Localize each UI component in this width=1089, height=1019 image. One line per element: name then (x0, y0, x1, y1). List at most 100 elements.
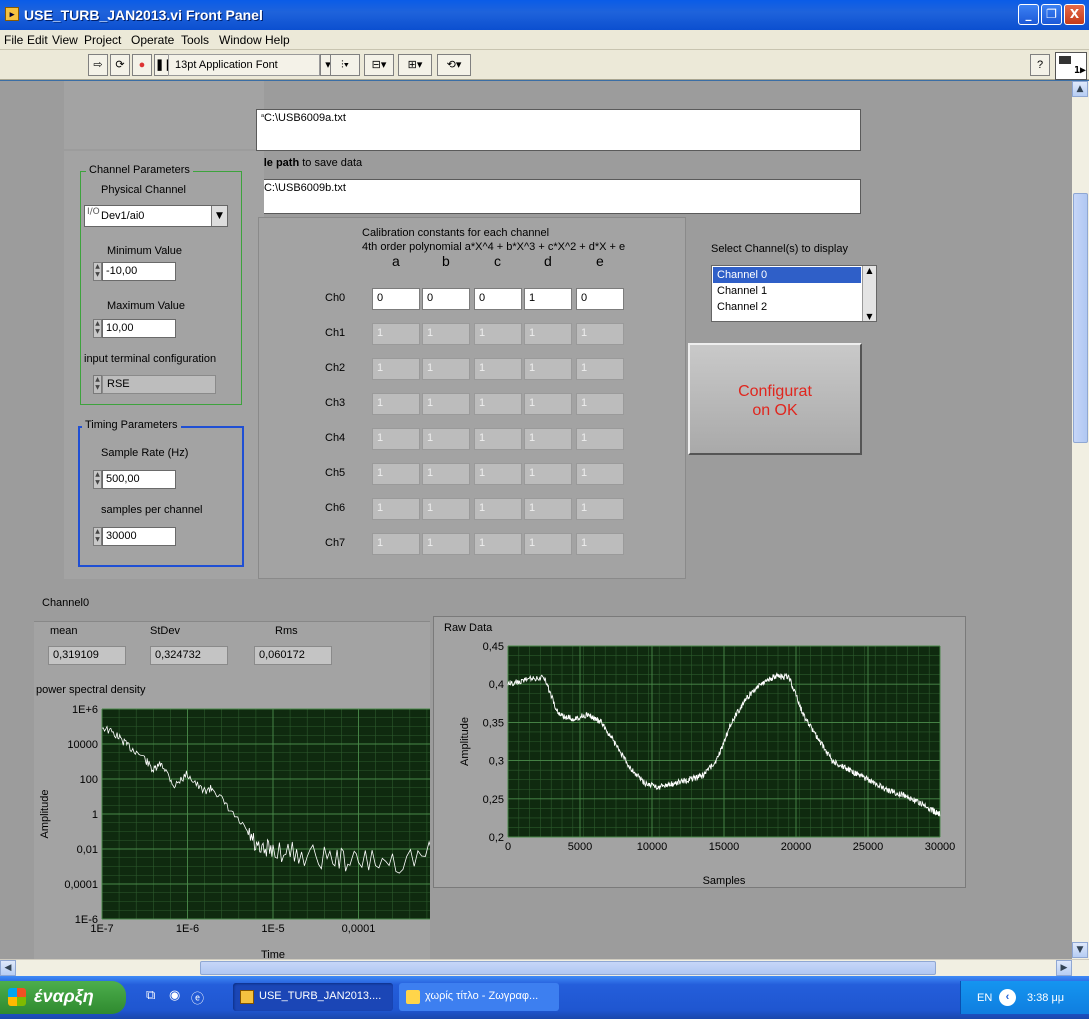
calibration-cell-ch2-b[interactable]: 1 (422, 358, 470, 380)
calibration-cell-ch1-e[interactable]: 1 (576, 323, 624, 345)
scroll-right-icon[interactable]: ▶ (1056, 960, 1072, 976)
samples-per-channel-input[interactable]: 30000 (102, 527, 176, 546)
quick-launch-browser-icon[interactable]: ⓔ (191, 988, 204, 1007)
horizontal-scrollbar[interactable]: ◀ ▶ (0, 959, 1089, 976)
chevron-down-icon[interactable]: ▼ (211, 206, 227, 226)
calibration-cell-ch2-d[interactable]: 1 (524, 358, 572, 380)
calibration-cell-ch6-b[interactable]: 1 (422, 498, 470, 520)
list-item-channel-0[interactable]: Channel 0 (713, 267, 861, 283)
calibration-cell-ch2-e[interactable]: 1 (576, 358, 624, 380)
configuration-ok-button[interactable]: Configurat on OK (688, 343, 862, 455)
calibration-cell-ch3-d[interactable]: 1 (524, 393, 572, 415)
menu-operate[interactable]: Operate (131, 33, 174, 47)
maximize-button[interactable]: ❐ (1041, 4, 1062, 25)
list-item-channel-1[interactable]: Channel 1 (713, 284, 861, 300)
calibration-cell-ch2-a[interactable]: 1 (372, 358, 420, 380)
calibration-cell-ch5-a[interactable]: 1 (372, 463, 420, 485)
language-indicator[interactable]: EN (977, 992, 992, 1004)
list-item-channel-2[interactable]: Channel 2 (713, 300, 861, 316)
calibration-cell-ch4-d[interactable]: 1 (524, 428, 572, 450)
calibration-cell-ch5-d[interactable]: 1 (524, 463, 572, 485)
scroll-left-icon[interactable]: ◀ (0, 960, 16, 976)
run-arrow-icon[interactable]: ⇨ (88, 54, 108, 76)
calibration-cell-ch6-e[interactable]: 1 (576, 498, 624, 520)
calibration-cell-ch4-e[interactable]: 1 (576, 428, 624, 450)
terminal-config-spinner-icon[interactable]: ▲ ▼ (93, 375, 102, 394)
calibration-cell-ch3-c[interactable]: 1 (474, 393, 522, 415)
calibration-cell-ch7-e[interactable]: 1 (576, 533, 624, 555)
calibration-cell-ch5-e[interactable]: 1 (576, 463, 624, 485)
distribute-objects-icon[interactable]: ⊟▾ (364, 54, 394, 76)
calibration-cell-ch3-b[interactable]: 1 (422, 393, 470, 415)
calibration-cell-ch0-e[interactable]: 0 (576, 288, 624, 310)
calibration-cell-ch3-e[interactable]: 1 (576, 393, 624, 415)
calibration-cell-ch7-a[interactable]: 1 (372, 533, 420, 555)
scroll-down-icon[interactable]: ▼ (863, 312, 876, 321)
taskbar-item-paint[interactable]: χωρίς τίτλο - Ζωγραφ... (399, 983, 559, 1011)
menu-edit[interactable]: Edit (27, 33, 48, 47)
sample-rate-input[interactable]: 500,00 (102, 470, 176, 489)
vertical-scrollbar[interactable]: ▲ ▼ (1072, 81, 1089, 959)
sample-rate-spinner-icon[interactable]: ▲ ▼ (93, 470, 102, 489)
vi-connector-icon[interactable]: 1▶ (1055, 52, 1087, 80)
calibration-cell-ch7-b[interactable]: 1 (422, 533, 470, 555)
font-select[interactable]: 13pt Application Font (168, 54, 320, 76)
calibration-cell-ch1-c[interactable]: 1 (474, 323, 522, 345)
minimum-value-spinner-icon[interactable]: ▲ ▼ (93, 262, 102, 281)
listbox-scrollbar[interactable]: ▲ ▼ (862, 266, 876, 321)
menu-file[interactable]: File (4, 33, 23, 47)
close-button[interactable]: X (1064, 4, 1085, 25)
minimize-button[interactable]: _ (1018, 4, 1039, 25)
physical-channel-select[interactable]: I/O Dev1/ai0 ▼ (84, 205, 228, 227)
calibration-cell-ch1-a[interactable]: 1 (372, 323, 420, 345)
save-path-field[interactable]: ᵃC:\USB6009b.txt (256, 179, 861, 214)
resize-objects-icon[interactable]: ⊞▾ (398, 54, 432, 76)
calibration-cell-ch6-d[interactable]: 1 (524, 498, 572, 520)
calibration-cell-ch1-b[interactable]: 1 (422, 323, 470, 345)
horizontal-scroll-thumb[interactable] (200, 961, 936, 975)
menu-view[interactable]: View (52, 33, 78, 47)
calibration-cell-ch7-d[interactable]: 1 (524, 533, 572, 555)
minimum-value-input[interactable]: -10,00 (102, 262, 176, 281)
samples-per-channel-spinner-icon[interactable]: ▲ ▼ (93, 527, 102, 546)
calibration-cell-ch6-c[interactable]: 1 (474, 498, 522, 520)
reorder-icon[interactable]: ⟲▾ (437, 54, 471, 76)
menu-help[interactable]: Help (265, 33, 290, 47)
chevron-left-icon[interactable]: ‹ (999, 989, 1016, 1006)
read-path-field[interactable]: ᵃC:\USB6009a.txt (256, 109, 861, 151)
calibration-cell-ch4-b[interactable]: 1 (422, 428, 470, 450)
calibration-cell-ch1-d[interactable]: 1 (524, 323, 572, 345)
align-objects-icon[interactable]: ⫶▾ (330, 54, 360, 76)
help-icon[interactable]: ? (1030, 54, 1050, 76)
menu-project[interactable]: Project (84, 33, 121, 47)
abort-icon[interactable]: ● (132, 54, 152, 76)
start-button[interactable]: έναρξη (0, 981, 126, 1014)
vertical-scroll-thumb[interactable] (1073, 193, 1088, 443)
calibration-cell-ch7-c[interactable]: 1 (474, 533, 522, 555)
calibration-cell-ch0-a[interactable]: 0 (372, 288, 420, 310)
taskbar-item-labview[interactable]: USE_TURB_JAN2013.... (233, 983, 393, 1011)
calibration-cell-ch0-c[interactable]: 0 (474, 288, 522, 310)
calibration-cell-ch3-a[interactable]: 1 (372, 393, 420, 415)
channel-select-listbox[interactable]: Channel 0 Channel 1 Channel 2 ▲ ▼ (711, 265, 877, 322)
scroll-down-icon[interactable]: ▼ (1072, 942, 1088, 958)
maximum-value-spinner-icon[interactable]: ▲ ▼ (93, 319, 102, 338)
scroll-up-icon[interactable]: ▲ (863, 266, 876, 275)
calibration-cell-ch5-b[interactable]: 1 (422, 463, 470, 485)
quick-launch-show-desktop-icon[interactable]: ⧉ (146, 988, 155, 1003)
calibration-cell-ch5-c[interactable]: 1 (474, 463, 522, 485)
calibration-cell-ch6-a[interactable]: 1 (372, 498, 420, 520)
mean-label: mean (50, 625, 78, 637)
calibration-cell-ch0-d[interactable]: 1 (524, 288, 572, 310)
terminal-config-select[interactable]: RSE (102, 375, 216, 394)
run-continuously-icon[interactable]: ⟳ (110, 54, 130, 76)
scroll-up-icon[interactable]: ▲ (1072, 81, 1088, 97)
calibration-cell-ch4-c[interactable]: 1 (474, 428, 522, 450)
maximum-value-input[interactable]: 10,00 (102, 319, 176, 338)
menu-tools[interactable]: Tools (181, 33, 209, 47)
calibration-cell-ch2-c[interactable]: 1 (474, 358, 522, 380)
calibration-cell-ch4-a[interactable]: 1 (372, 428, 420, 450)
menu-window[interactable]: Window (219, 33, 262, 47)
quick-launch-media-icon[interactable]: ◉ (169, 988, 180, 1003)
calibration-cell-ch0-b[interactable]: 0 (422, 288, 470, 310)
